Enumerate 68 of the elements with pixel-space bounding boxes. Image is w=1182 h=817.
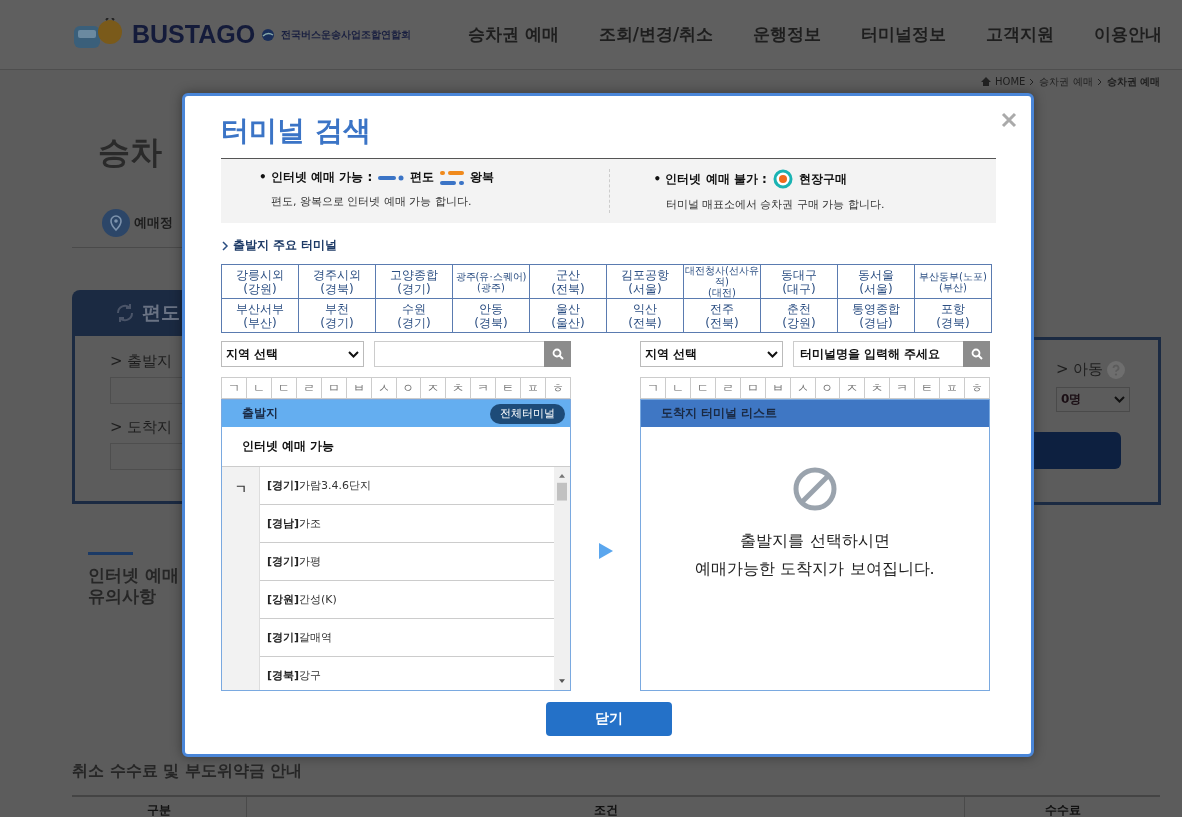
search-field[interactable] xyxy=(374,341,544,367)
round-trip-icon xyxy=(440,169,465,186)
legend-type: 왕복 xyxy=(470,169,495,186)
terminal-cell[interactable]: 춘천 (강원) xyxy=(761,299,838,333)
terminal-cell[interactable]: 고양종합 (경기) xyxy=(376,265,453,299)
region-select[interactable]: 지역 선택 xyxy=(221,341,364,367)
logo-text: BUSTAGO xyxy=(132,20,256,49)
terminal-cell[interactable]: 경주시외 (경북) xyxy=(299,265,376,299)
search-button[interactable] xyxy=(544,341,571,367)
origin-label: > 출발지 xyxy=(110,352,174,371)
column-header: 구분 xyxy=(72,797,247,817)
column-header: 조건 xyxy=(247,797,965,817)
refresh-icon xyxy=(114,302,136,324)
terminal-cell[interactable]: 안동 (경북) xyxy=(453,299,530,333)
caret-icon xyxy=(348,350,359,358)
terminal-cell[interactable]: 부천 (경기) xyxy=(299,299,376,333)
search-button[interactable] xyxy=(963,341,990,367)
terminal-cell[interactable]: 동서울 (서울) xyxy=(838,265,915,299)
terminal-cell[interactable]: 군산 (전북) xyxy=(530,265,607,299)
legend-label: • 인터넷 예매 가능 : xyxy=(259,169,373,186)
panel-title: 도착지 터미널 리스트 xyxy=(661,405,778,422)
terminal-cell[interactable]: 광주(유·스퀘어) (광주) xyxy=(453,265,530,299)
terminal-cell[interactable]: 강릉시외 (강원) xyxy=(222,265,299,299)
chevron-icon xyxy=(1029,77,1036,86)
terminal-cell[interactable]: 대전청사(선사유적) (대전) xyxy=(684,265,761,299)
legend-description: 터미널 매표소에서 승차권 구매 가능 합니다. xyxy=(664,197,886,212)
search-submit-button[interactable] xyxy=(1034,432,1121,469)
all-terminals-button[interactable]: 전체터미널 xyxy=(490,403,565,424)
child-label: > 아동 xyxy=(1056,360,1104,379)
terminal-cell[interactable]: 부산동부(노포) (부산) xyxy=(915,265,992,299)
one-way-icon xyxy=(378,174,405,181)
panel-title: 출발지 xyxy=(242,405,278,422)
home-icon xyxy=(981,77,991,86)
onsite-icon xyxy=(772,169,793,189)
legend-type: 편도 xyxy=(410,169,435,186)
section-title: 출발지 주요 터미널 xyxy=(233,237,338,254)
trip-type-label: 편도 xyxy=(142,300,180,325)
index-label: ㄱ xyxy=(222,467,260,690)
location-pin-icon xyxy=(102,208,130,237)
close-button[interactable]: 닫기 xyxy=(545,702,672,736)
terminal-cell[interactable]: 울산 (울산) xyxy=(530,299,607,333)
association-name: 전국버스운송사업조합연합회 xyxy=(281,27,412,42)
arrow-right-icon xyxy=(598,543,613,559)
scrollbar[interactable] xyxy=(554,467,570,690)
legend-description: 편도, 왕복으로 인터넷 예매 가능 합니다. xyxy=(270,194,473,209)
terminal-cell[interactable]: 부산서부 (부산) xyxy=(222,299,299,333)
empty-message: 출발지를 선택하시면 예매가능한 도착지가 보여집니다. xyxy=(695,530,935,580)
legend-type: 현장구매 xyxy=(798,170,847,188)
column-header: 수수료 xyxy=(1043,802,1082,817)
caret-icon xyxy=(1114,396,1125,403)
search-field[interactable]: 터미널명을 입력해 주세요 xyxy=(793,341,963,367)
terminal-cell[interactable]: 김포공항 (서울) xyxy=(607,265,684,299)
terminal-cell[interactable]: 익산 (전북) xyxy=(607,299,684,333)
caret-icon xyxy=(767,350,778,358)
dialog-title: 터미널 검색 xyxy=(221,113,371,149)
chevron-icon xyxy=(221,240,229,251)
legend-label: • 인터넷 예매 불가 : xyxy=(653,170,767,188)
chevron-icon xyxy=(1096,77,1103,86)
terminal-cell[interactable]: 전주 (전북) xyxy=(684,299,761,333)
terminal-cell[interactable]: 수원 (경기) xyxy=(376,299,453,333)
destination-label: > 도착지 xyxy=(110,418,174,437)
prohibited-icon xyxy=(793,467,837,511)
search-icon xyxy=(970,348,983,360)
terminal-cell[interactable]: 동대구 (대구) xyxy=(761,265,838,299)
region-select[interactable]: 지역 선택 xyxy=(640,341,783,367)
search-icon xyxy=(551,348,564,360)
terminal-cell[interactable]: 포항 (경북) xyxy=(915,299,992,333)
terminal-cell[interactable]: 통영종합 (경남) xyxy=(838,299,915,333)
